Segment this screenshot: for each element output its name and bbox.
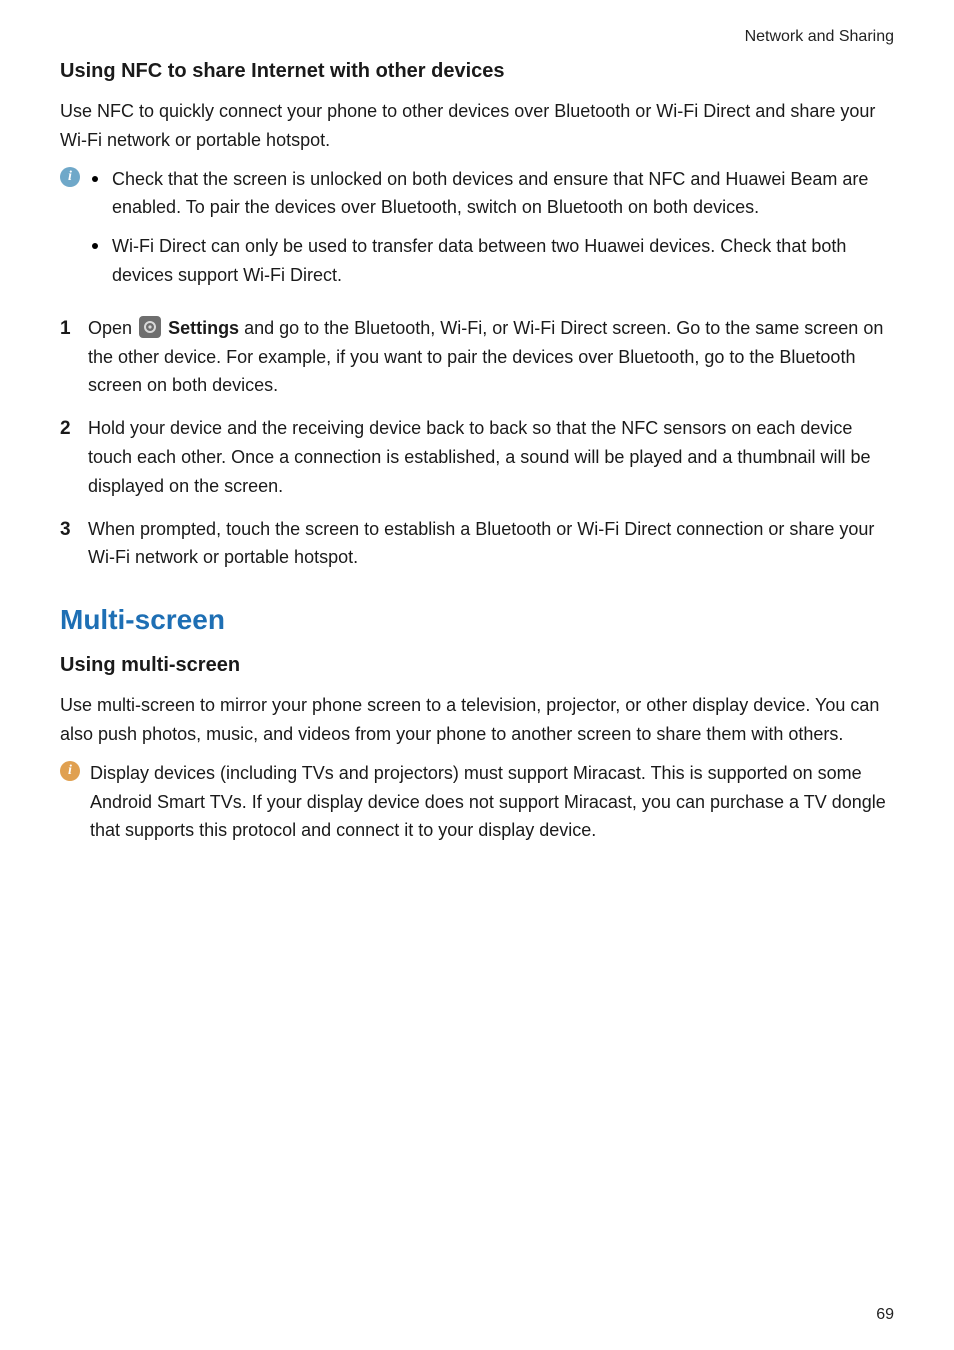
page-number: 69	[876, 1306, 894, 1324]
step-number: 2	[60, 414, 88, 444]
step-number: 1	[60, 314, 88, 344]
step-item: 3 When prompted, touch the screen to est…	[60, 515, 894, 573]
step-text: Open	[88, 318, 137, 338]
intro-paragraph-multiscreen: Use multi-screen to mirror your phone sc…	[60, 691, 894, 749]
info-note-multiscreen: i Display devices (including TVs and pro…	[60, 759, 894, 845]
step-body: When prompted, touch the screen to estab…	[88, 515, 894, 573]
note-bullet-item: Check that the screen is unlocked on bot…	[90, 165, 894, 223]
info-note-nfc: i Check that the screen is unlocked on b…	[60, 165, 894, 300]
info-icon: i	[60, 761, 80, 781]
step-number: 3	[60, 515, 88, 545]
step-item: 1 Open Settings and go to the Bluetooth,…	[60, 314, 894, 400]
intro-paragraph-nfc: Use NFC to quickly connect your phone to…	[60, 97, 894, 155]
subsection-title-multiscreen: Using multi-screen	[60, 654, 894, 677]
note-bullet-list: Check that the screen is unlocked on bot…	[90, 165, 894, 290]
step-body: Open Settings and go to the Bluetooth, W…	[88, 314, 894, 400]
section-header: Network and Sharing	[60, 28, 894, 46]
settings-label: Settings	[168, 318, 239, 338]
note-bullet-item: Wi-Fi Direct can only be used to transfe…	[90, 232, 894, 290]
section-heading-multiscreen: Multi-screen	[60, 604, 894, 636]
step-body: Hold your device and the receiving devic…	[88, 414, 894, 500]
settings-app-icon	[139, 316, 161, 338]
note-text: Display devices (including TVs and proje…	[90, 759, 894, 845]
info-icon: i	[60, 167, 80, 187]
subsection-title-nfc: Using NFC to share Internet with other d…	[60, 60, 894, 83]
step-item: 2 Hold your device and the receiving dev…	[60, 414, 894, 500]
steps-list: 1 Open Settings and go to the Bluetooth,…	[60, 314, 894, 572]
